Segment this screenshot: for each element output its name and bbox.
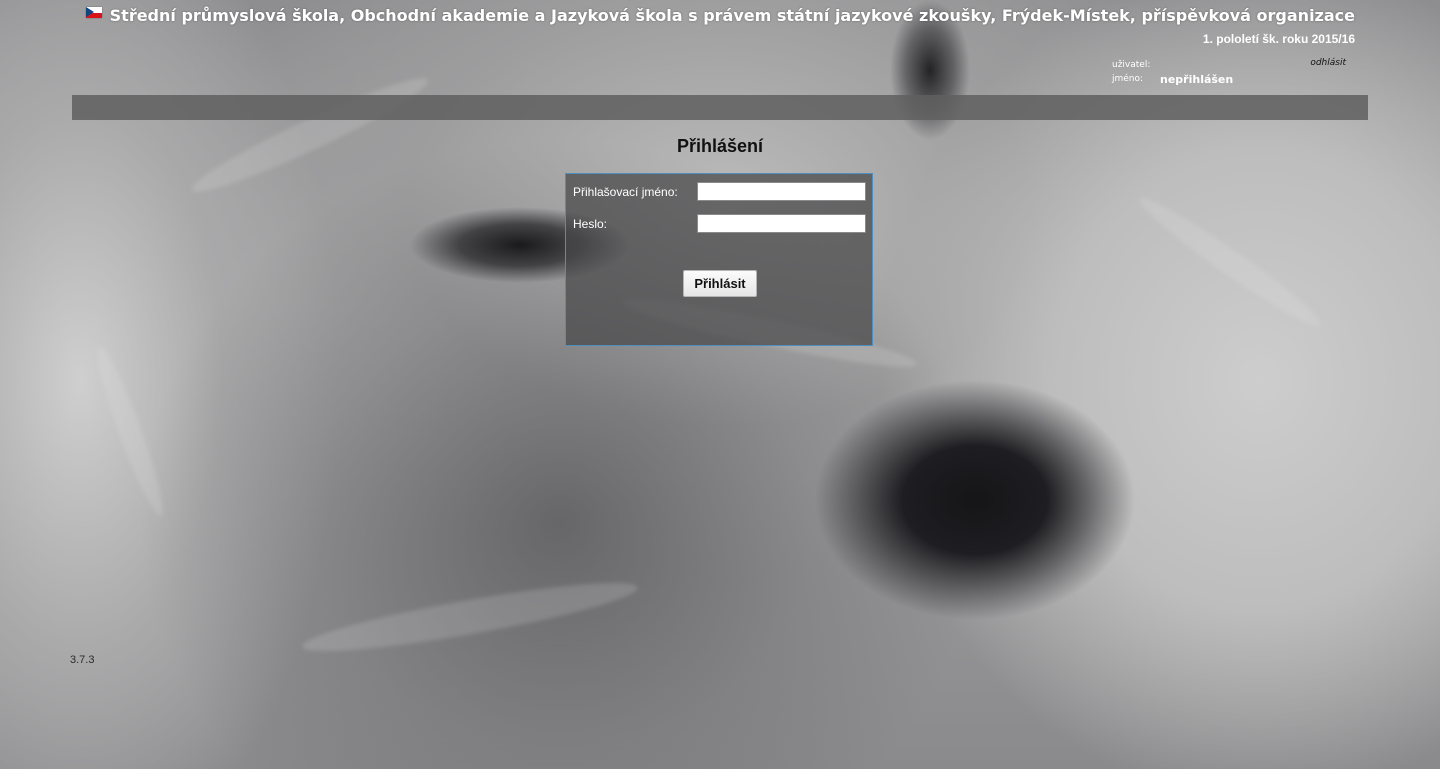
password-label: Heslo: [573,217,608,231]
version-label: 3.7.3 [70,654,95,666]
name-row: jméno: nepřihlášen [1112,72,1352,86]
school-term: 1. pololetí šk. roku 2015/16 [1202,32,1355,46]
username-input[interactable] [697,182,866,201]
name-value: nepřihlášen [1160,72,1234,86]
password-input[interactable] [697,214,866,233]
czech-flag-icon [85,7,102,18]
user-label: uživatel: [1112,60,1151,70]
username-label: Přihlašovací jméno: [573,185,678,199]
name-label: jméno: [1112,74,1144,84]
school-header: Střední průmyslová škola, Obchodní akade… [85,6,1355,25]
menu-bar [72,95,1368,120]
login-button[interactable]: Přihlásit [683,270,757,297]
login-heading: Přihlášení [676,136,764,156]
login-form: Přihlašovací jméno: Heslo: Přihlásit [565,173,873,346]
user-info: uživatel: odhlásit jméno: nepřihlášen [1112,58,1352,86]
logout-link[interactable]: odhlásit [1310,58,1346,68]
school-name: Střední průmyslová škola, Obchodní akade… [109,6,1355,25]
user-row: uživatel: odhlásit [1112,58,1352,72]
